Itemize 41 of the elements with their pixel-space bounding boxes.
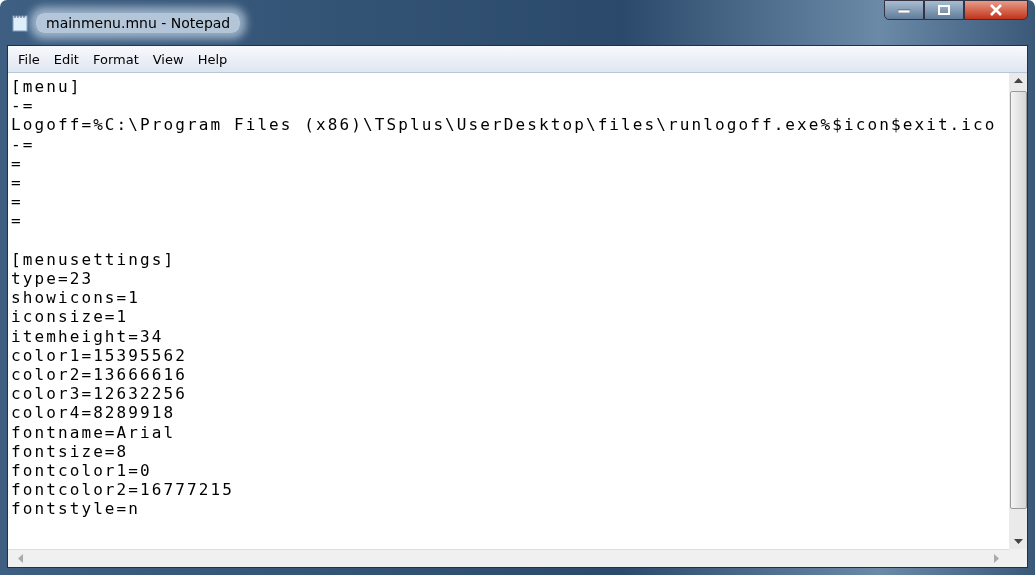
horizontal-scrollbar[interactable] — [8, 549, 1009, 567]
text-line: fontcolor1=0 — [11, 461, 152, 481]
window-title: mainmenu.mnu - Notepad — [36, 12, 241, 33]
text-line: = — [11, 153, 23, 173]
notepad-icon — [12, 13, 28, 32]
text-line: [menu] — [11, 77, 82, 97]
text-line: = — [11, 173, 23, 193]
text-line: showicons=1 — [11, 288, 141, 308]
text-line: Logoff=%C:\Program Files (x86)\TSplus\UserDesktop\files\runlogoff.exe%$icon$exit.ico — [11, 115, 997, 135]
close-icon — [989, 4, 1003, 16]
menu-item[interactable]: Help — [190, 49, 235, 69]
minimize-button[interactable] — [884, 0, 924, 20]
text-line: iconsize=1 — [11, 307, 129, 327]
close-button[interactable] — [964, 0, 1028, 20]
menu-item[interactable]: File — [11, 49, 47, 69]
menu-item[interactable]: Format — [85, 49, 146, 69]
text-line: -= — [11, 96, 35, 116]
scroll-right-icon[interactable] — [994, 554, 999, 563]
scroll-up-icon[interactable] — [1013, 78, 1023, 83]
text-line: [menusettings] — [11, 249, 176, 269]
text-line: itemheight=34 — [11, 326, 164, 346]
minimize-icon — [898, 7, 910, 13]
text-line: color1=15395562 — [11, 345, 187, 366]
text-line: fontsize=8 — [11, 441, 129, 462]
text-line: color3=12632256 — [11, 384, 187, 404]
menu-item[interactable]: Edit — [46, 49, 86, 69]
maximize-icon — [938, 5, 950, 15]
resize-grip[interactable] — [1009, 549, 1027, 567]
text-line: fontname=Arial — [11, 422, 176, 442]
text-line: color4=8289918 — [11, 403, 176, 423]
text-line: = — [11, 211, 23, 231]
text-line: type=23 — [11, 269, 94, 289]
menu-item[interactable]: View — [145, 49, 191, 69]
text-line: = — [11, 192, 23, 212]
text-line: -= — [11, 134, 35, 154]
text-line: fontcolor2=16777215 — [11, 480, 234, 500]
scroll-down-icon[interactable] — [1013, 539, 1023, 544]
text-line: color2=13666616 — [11, 365, 187, 385]
maximize-button[interactable] — [924, 0, 964, 20]
scroll-left-icon[interactable] — [18, 554, 23, 563]
text-line: fontstyle=n — [11, 499, 141, 519]
